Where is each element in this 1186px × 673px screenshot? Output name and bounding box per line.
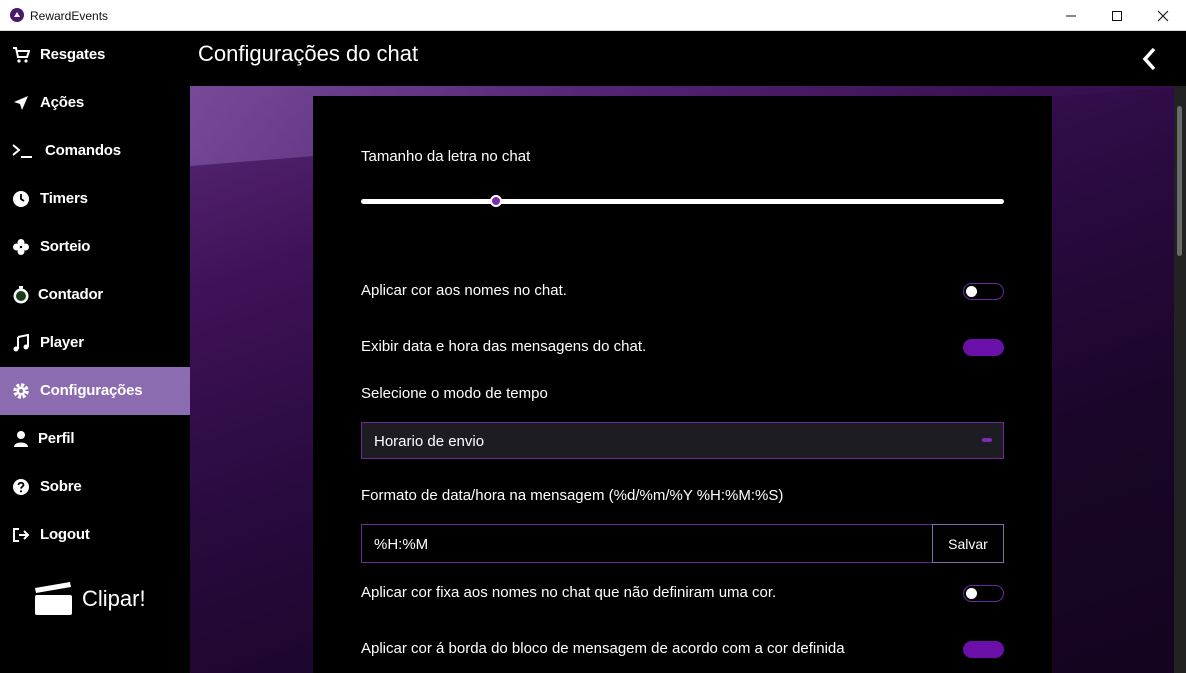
sidebar-item-label: Resgates	[40, 46, 106, 63]
page-header: Configurações do chat	[190, 31, 1186, 86]
maximize-icon	[1112, 10, 1122, 21]
clip-button[interactable]: Clipar!	[34, 579, 146, 619]
sidebar-item-timers[interactable]: Timers	[0, 175, 190, 223]
close-icon	[1157, 10, 1169, 21]
sidebar-item-label: Contador	[38, 286, 104, 303]
font-size-slider-thumb[interactable]	[490, 195, 503, 207]
format-label: Formato de data/hora na mensagem (%d/%m/…	[361, 487, 784, 504]
chevron-left-icon[interactable]	[1138, 45, 1162, 73]
clover-icon	[13, 239, 29, 255]
stopwatch-icon	[13, 286, 29, 304]
scrollbar-thumb[interactable]	[1177, 106, 1182, 256]
minimize-button[interactable]	[1048, 0, 1094, 31]
help-circle-icon	[13, 479, 29, 495]
clock-icon	[13, 191, 29, 207]
app-logo-icon	[10, 8, 24, 22]
sidebar-item-player[interactable]: Player	[0, 319, 190, 367]
terminal-icon	[12, 144, 32, 158]
sidebar-item-acoes[interactable]: Ações	[0, 79, 190, 127]
time-mode-label: Selecione o modo de tempo	[361, 385, 548, 402]
maximize-button[interactable]	[1094, 0, 1140, 31]
time-mode-value: Horario de envio	[374, 433, 485, 450]
sidebar-item-resgates[interactable]: Resgates	[0, 31, 190, 79]
scrollbar[interactable]	[1174, 86, 1186, 673]
fixed-color-toggle[interactable]	[963, 585, 1004, 602]
clip-label: Clipar!	[82, 586, 146, 611]
datetime-format-value: %H:%M	[374, 536, 429, 553]
datetime-format-input[interactable]: %H:%M	[361, 524, 933, 563]
sidebar-item-perfil[interactable]: Perfil	[0, 415, 190, 463]
fixed-color-label: Aplicar cor fixa aos nomes no chat que n…	[361, 584, 777, 601]
sidebar: Resgates Ações Comandos Timers Sorteio C…	[0, 31, 190, 673]
toggle-knob	[966, 286, 977, 297]
user-icon	[14, 431, 28, 447]
sidebar-item-label: Sorteio	[40, 238, 91, 255]
sidebar-item-label: Sobre	[40, 478, 82, 495]
color-names-label: Aplicar cor aos nomes no chat.	[361, 282, 567, 299]
close-button[interactable]	[1140, 0, 1186, 31]
toggle-knob	[966, 588, 977, 599]
sidebar-item-comandos[interactable]: Comandos	[0, 127, 190, 175]
window-title: RewardEvents	[30, 9, 109, 23]
font-size-slider[interactable]	[361, 199, 1004, 204]
cart-icon	[13, 47, 30, 63]
time-mode-select[interactable]: Horario de envio	[361, 422, 1004, 459]
music-note-icon	[13, 334, 29, 352]
clapperboard-icon	[35, 582, 72, 615]
sidebar-item-label: Comandos	[45, 142, 121, 159]
sidebar-item-configuracoes[interactable]: Configurações	[0, 367, 190, 415]
save-button[interactable]: Salvar	[932, 524, 1004, 563]
sidebar-item-label: Logout	[40, 526, 90, 543]
send-arrow-icon	[14, 96, 28, 110]
page-title: Configurações do chat	[198, 41, 419, 66]
dropdown-indicator-icon	[982, 438, 992, 442]
border-color-toggle[interactable]	[963, 641, 1004, 658]
show-datetime-toggle[interactable]	[963, 339, 1004, 356]
sidebar-item-contador[interactable]: Contador	[0, 271, 190, 319]
sidebar-item-label: Player	[40, 334, 84, 351]
show-datetime-label: Exibir data e hora das mensagens do chat…	[361, 338, 647, 355]
title-bar: RewardEvents	[0, 0, 1186, 31]
sidebar-item-label: Timers	[40, 190, 88, 207]
sidebar-item-label: Perfil	[38, 430, 75, 447]
sidebar-item-label: Ações	[40, 94, 85, 111]
logout-icon	[13, 528, 30, 542]
minimize-icon	[1066, 15, 1076, 16]
sidebar-item-logout[interactable]: Logout	[0, 511, 190, 559]
gear-icon	[13, 383, 29, 399]
font-size-label: Tamanho da letra no chat	[361, 148, 531, 165]
border-color-label: Aplicar cor á borda do bloco de mensagem…	[361, 640, 845, 657]
color-names-toggle[interactable]	[963, 283, 1004, 300]
sidebar-item-sorteio[interactable]: Sorteio	[0, 223, 190, 271]
sidebar-item-label: Configurações	[40, 382, 143, 399]
sidebar-item-sobre[interactable]: Sobre	[0, 463, 190, 511]
settings-panel: Tamanho da letra no chat Aplicar cor aos…	[313, 96, 1052, 673]
